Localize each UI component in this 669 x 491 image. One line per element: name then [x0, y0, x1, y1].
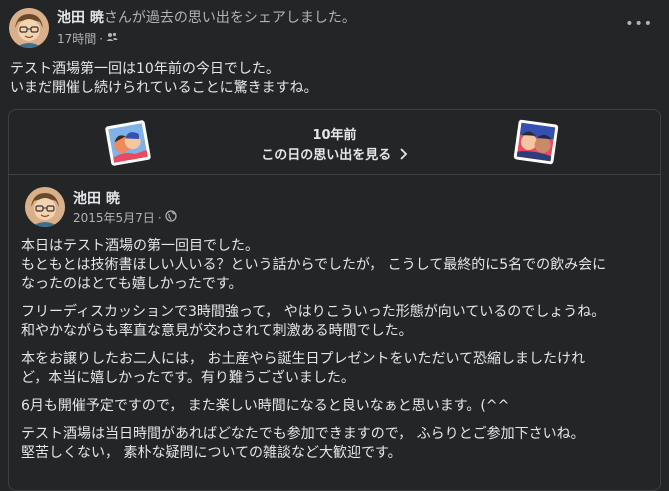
see-memories-label: この日の思い出を見る — [261, 148, 392, 163]
kiss-sticker-icon — [512, 118, 559, 165]
meta-separator: · — [99, 32, 104, 46]
memory-paragraph: 本日はテスト酒場の第一回目でした。 もともとは技術書ほしい人いる？という話からで… — [21, 237, 651, 294]
post-header: 池田 暁さんが過去の思い出をシェアしました。 17時間 · — [57, 9, 356, 47]
post-text-line: テスト酒場第一回は10年前の今日でした。 — [10, 61, 280, 77]
memory-text-line: ど，本当に嬉しかったです。有り難うございました。 — [21, 370, 355, 386]
avatar-illustration — [25, 187, 65, 227]
memory-author-avatar[interactable] — [25, 187, 65, 227]
memory-paragraph: 6月も開催予定ですので， また楽しい時間になると良いなぁと思います。(^^ — [21, 397, 651, 416]
avatar-illustration — [9, 8, 49, 48]
memory-card: 10年前 この日の思い出を見る 池田 暁 2015年5月7日 · 本日はテスト酒… — [8, 109, 661, 491]
memory-text-line: 6月も開催予定ですので， また楽しい時間になると良いなぁと思います。(^^ — [21, 398, 510, 414]
friends-icon[interactable] — [106, 31, 118, 47]
post-meta: 17時間 · — [57, 31, 356, 47]
post-text-line: いまだ開催し続けられていることに驚きますね。 — [10, 80, 318, 96]
post-title-line: 池田 暁さんが過去の思い出をシェアしました。 — [57, 9, 356, 27]
more-horizontal-icon[interactable]: ••• — [625, 16, 653, 32]
meta-separator: · — [157, 211, 162, 225]
memory-paragraph: テスト酒場は当日時間があればどなたでも参加できますので， ふらりとご参加下さいね… — [21, 425, 651, 463]
memory-post-body: 本日はテスト酒場の第一回目でした。 もともとは技術書ほしい人いる？という話からで… — [21, 237, 651, 472]
see-memories-link[interactable]: この日の思い出を見る — [9, 144, 660, 163]
author-name[interactable]: 池田 暁 — [57, 10, 104, 26]
post-time[interactable]: 17時間 — [57, 31, 96, 47]
memory-text-line: テスト酒場は当日時間があればどなたでも参加できますので， ふらりとご参加下さいね… — [21, 426, 585, 442]
memories-banner[interactable]: 10年前 この日の思い出を見る — [9, 110, 660, 175]
memory-text-line: 本をお譲りしたお二人には， お土産やら誕生日プレゼントをいただいて恐縮しましたけ… — [21, 351, 586, 367]
globe-icon[interactable] — [165, 210, 177, 226]
memory-text-line: 和やかながらも率直な意見が交わされて刺激ある時間でした。 — [21, 323, 413, 339]
memory-text-line: なったのはとても嬉しかったです。 — [21, 276, 243, 292]
post-text: テスト酒場第一回は10年前の今日でした。 いまだ開催し続けられていることに驚きま… — [10, 60, 318, 98]
memory-paragraph: 本をお譲りしたお二人には， お土産やら誕生日プレゼントをいただいて恐縮しましたけ… — [21, 350, 651, 388]
memory-paragraph: フリーディスカッションで3時間強って， やはりこういった形態が向いているのでしょ… — [21, 303, 651, 341]
memory-date[interactable]: 2015年5月7日 — [73, 210, 155, 226]
memory-text-line: フリーディスカッションで3時間強って， やはりこういった形態が向いているのでしょ… — [21, 304, 606, 320]
memory-meta: 2015年5月7日 · — [73, 210, 177, 226]
memory-text-line: 堅苦しくない， 素朴な疑問についての雑談など大歓迎です。 — [21, 445, 402, 461]
share-action-text: さんが過去の思い出をシェアしました。 — [103, 10, 356, 26]
memory-author-name[interactable]: 池田 暁 — [73, 188, 120, 208]
chevron-right-icon — [396, 148, 408, 163]
memory-text-line: 本日はテスト酒場の第一回目でした。 — [21, 238, 259, 254]
memory-text-line: もともとは技術書ほしい人いる？という話からでしたが， こうして最終的に5名での飲… — [21, 257, 607, 273]
years-ago-label: 10年前 — [312, 128, 357, 143]
author-avatar[interactable] — [9, 8, 49, 48]
